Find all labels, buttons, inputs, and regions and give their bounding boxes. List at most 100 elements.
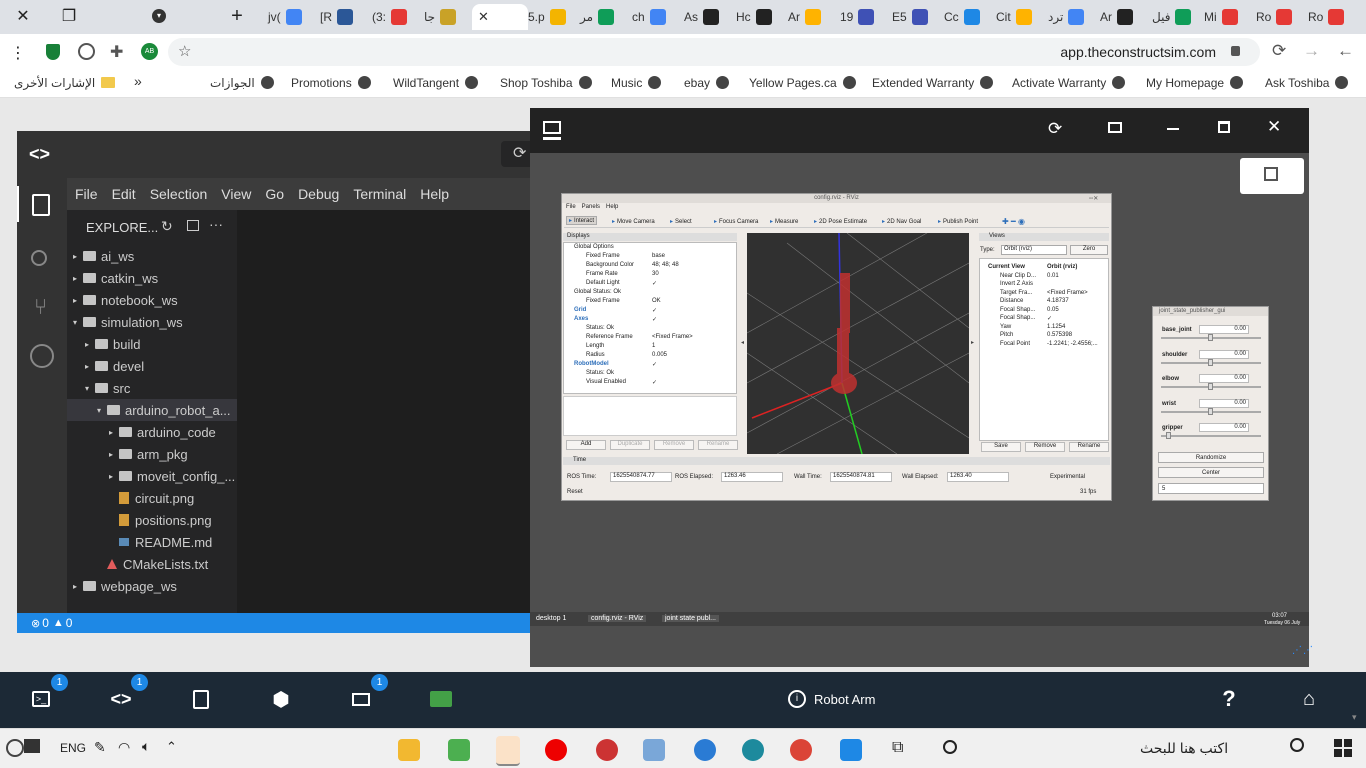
internet-explorer-icon[interactable] (694, 739, 716, 761)
joint-value[interactable]: 0.00 (1199, 423, 1249, 432)
omnibox[interactable]: ☆ app.theconstructsim.com (168, 38, 1260, 66)
view-row-name[interactable]: Focal Point (1000, 341, 1030, 347)
tree-arrow-icon[interactable]: ▸ (109, 472, 119, 481)
shield-extension-icon[interactable] (46, 44, 60, 60)
display-row-value[interactable]: OK (652, 298, 661, 304)
code-brackets-icon[interactable]: <> (29, 144, 50, 165)
cortana-icon[interactable] (943, 740, 957, 754)
display-row-name[interactable]: Radius (586, 352, 605, 358)
collapse-all-icon[interactable] (187, 220, 199, 231)
view-row-name[interactable]: Current View (988, 264, 1025, 270)
display-row-value[interactable]: 1 (652, 343, 655, 349)
desktop-task-0[interactable]: desktop 1 (533, 615, 569, 622)
joint-slider-track[interactable] (1161, 435, 1261, 437)
display-row-value[interactable]: 48; 48; 48 (652, 262, 679, 268)
browser-tab[interactable]: (3: (368, 4, 418, 30)
spin-box[interactable]: 5 (1158, 483, 1264, 494)
tree-item[interactable]: ▸ notebook_ws (67, 289, 237, 311)
bookmark-label[interactable]: Music (611, 76, 642, 90)
display-row-value[interactable]: 0.005 (652, 352, 667, 358)
tab-title[interactable]: E5 (892, 10, 907, 24)
view-row-value[interactable]: 0.01 (1047, 273, 1059, 279)
rviz-menu-panels[interactable]: Panels (582, 204, 600, 210)
tab-title[interactable]: Ar (788, 10, 800, 24)
bookmark-label[interactable]: Ask Toshiba (1265, 76, 1329, 90)
bookmark-item[interactable]: الجوازات (210, 76, 274, 90)
tree-item[interactable]: positions.png (67, 509, 237, 531)
browser-app-icon[interactable] (496, 736, 520, 766)
view-button-rename[interactable]: Rename (1069, 442, 1109, 452)
rviz-tool-7[interactable]: ▸ Publish Point (938, 218, 978, 225)
collapse-left-icon[interactable]: ◂ (741, 339, 744, 346)
rviz-tool-1[interactable]: ▸ Move Camera (612, 218, 655, 225)
notification-center-icon[interactable] (6, 739, 24, 757)
bookmark-item[interactable]: My Homepage (1146, 76, 1244, 90)
display-row-value[interactable]: ✓ (652, 361, 657, 368)
bookmarks-overflow[interactable]: » (134, 73, 142, 89)
volume-icon[interactable]: 🔈︎ (142, 738, 150, 755)
rviz-tool-6[interactable]: ▸ 2D Nav Goal (882, 218, 921, 225)
warning-count[interactable]: 0 (66, 616, 73, 630)
tab-title[interactable]: جا (424, 10, 435, 24)
adblock-icon[interactable]: AB (141, 43, 158, 60)
reload-icon[interactable]: ⟳ (1048, 119, 1062, 139)
view-row-value[interactable]: -1.2241; -2.4556;... (1047, 341, 1098, 347)
tree-item[interactable]: ▾ src (67, 377, 237, 399)
ide-menu-selection[interactable]: Selection (150, 186, 208, 202)
ide-menu-file[interactable]: File (75, 186, 98, 202)
restore-icon[interactable] (1108, 122, 1122, 133)
task-view-icon[interactable]: ⧉ (892, 739, 903, 757)
tab-close-icon[interactable]: ✕ (478, 9, 489, 25)
notebook-icon[interactable] (190, 688, 212, 710)
chrome-icon[interactable] (790, 739, 812, 761)
bookmark-item[interactable]: ebay (684, 76, 730, 90)
view-row-value[interactable]: 0.575398 (1047, 332, 1072, 338)
bookmark-item[interactable]: Promotions (291, 76, 371, 90)
more-actions-icon[interactable]: ··· (209, 216, 223, 232)
joint-slider-handle[interactable] (1208, 407, 1213, 415)
maximize-icon[interactable] (1218, 121, 1230, 133)
browser-tab[interactable]: Ar (784, 4, 834, 30)
browser-tab[interactable]: ch (628, 4, 678, 30)
joint-value[interactable]: 0.00 (1199, 398, 1249, 408)
view-row-value[interactable]: Orbit (rviz) (1047, 264, 1077, 270)
ide-menu-go[interactable]: Go (265, 186, 284, 202)
view-row-value[interactable]: <Fixed Frame> (1047, 290, 1088, 296)
open-external-button[interactable] (1240, 158, 1304, 194)
ide-menu-view[interactable]: View (221, 186, 251, 202)
file-explorer-icon[interactable] (398, 739, 420, 761)
randomize-button[interactable]: Randomize (1158, 452, 1264, 463)
action-center-icon[interactable] (24, 739, 40, 753)
tree-item[interactable]: ▸ webpage_ws (67, 575, 237, 597)
view-row-name[interactable]: Distance (1000, 298, 1023, 304)
minimize-icon[interactable] (1167, 128, 1179, 130)
view-button-save[interactable]: Save (981, 442, 1021, 452)
joint-slider-handle[interactable] (1208, 334, 1213, 341)
warning-icon[interactable]: ▲ (53, 617, 64, 629)
close-icon[interactable]: ✕ (1267, 117, 1281, 137)
view-row-name[interactable]: Focal Shap... (1000, 315, 1035, 321)
tab-title[interactable]: (3: (372, 10, 386, 24)
debug-icon[interactable] (30, 344, 54, 368)
rviz-window-controls[interactable]: ▫▫✕ (1089, 195, 1098, 202)
tab-title[interactable]: فيل (1152, 10, 1170, 24)
tree-item[interactable]: ▸ ai_ws (67, 245, 237, 267)
rviz-3d-view[interactable] (747, 233, 969, 454)
display-button-remove[interactable]: Remove (654, 440, 694, 450)
bookmark-item[interactable]: Extended Warranty (872, 76, 994, 90)
browser-tab[interactable]: Cc (940, 4, 990, 30)
time-value[interactable]: 1625540874.77 (610, 472, 672, 482)
tree-arrow-icon[interactable]: ▸ (73, 252, 83, 261)
display-row-value[interactable]: ✓ (652, 280, 657, 287)
browser-tab[interactable]: ✕ (472, 4, 528, 30)
tab-title[interactable]: 5.p (528, 10, 545, 24)
browser-tab[interactable]: 19 (836, 4, 886, 30)
view-row-value[interactable]: 0.05 (1047, 307, 1059, 313)
tab-title[interactable]: مر (580, 10, 593, 24)
tab-title[interactable]: jv( (268, 10, 281, 24)
view-row-name[interactable]: Invert Z Axis (1000, 281, 1033, 287)
resize-handle-icon[interactable]: ⋰⋰ (1292, 646, 1314, 656)
bookmark-item[interactable]: Music (611, 76, 662, 90)
bookmark-item[interactable]: Ask Toshiba (1265, 76, 1349, 90)
joint-slider-handle[interactable] (1165, 432, 1171, 439)
